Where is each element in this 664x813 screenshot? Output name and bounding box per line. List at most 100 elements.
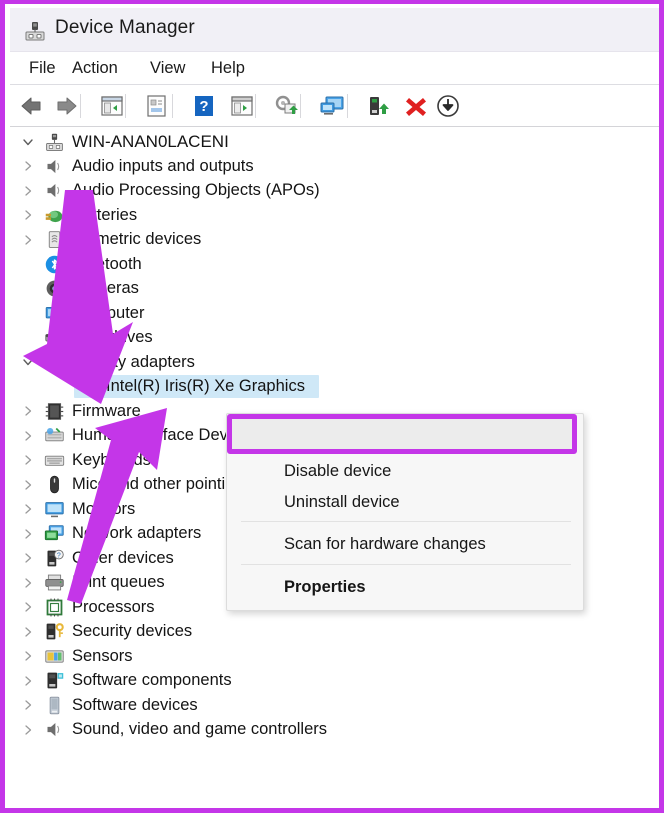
chevron-right-icon[interactable] <box>21 649 35 663</box>
tree-root-label: WIN-ANAN0LACENI <box>72 132 229 151</box>
other-device-icon: ? <box>44 548 65 569</box>
chevron-right-icon[interactable] <box>21 478 35 492</box>
toolbar-separator <box>255 94 256 118</box>
toolbar-separator <box>125 94 126 118</box>
update-driver-icon[interactable] <box>228 92 256 120</box>
tree-item-software-devices[interactable]: Software devices <box>10 693 659 717</box>
biometric-icon <box>44 229 65 250</box>
scan-hardware-changes-icon[interactable] <box>272 92 300 120</box>
context-menu-item-disable-device[interactable]: Disable device <box>228 456 583 487</box>
install-legacy-device-icon[interactable] <box>365 92 393 120</box>
chevron-right-icon[interactable] <box>21 208 35 222</box>
show-hidden-devices-icon[interactable] <box>318 92 346 120</box>
security-device-icon <box>44 621 65 642</box>
chevron-right-icon[interactable] <box>21 698 35 712</box>
context-menu-item-scan-hardware-changes[interactable]: Scan for hardware changes <box>228 529 583 560</box>
chevron-right-icon[interactable] <box>21 625 35 639</box>
chevron-right-icon[interactable] <box>21 502 35 516</box>
device-manager-icon <box>23 19 47 43</box>
chevron-right-icon[interactable] <box>21 184 35 198</box>
display-adapter-icon <box>78 376 99 397</box>
svg-text:?: ? <box>57 552 61 559</box>
chevron-right-icon[interactable] <box>21 600 35 614</box>
tree-item-audio-inputs-and-outputs[interactable]: Audio inputs and outputs <box>10 154 659 178</box>
speaker-icon <box>44 156 65 177</box>
speaker-icon <box>44 180 65 201</box>
software-component-icon <box>44 670 65 691</box>
tree-item-software-components[interactable]: Software components <box>10 669 659 693</box>
properties-icon[interactable] <box>143 92 171 120</box>
tree-root-node[interactable]: WIN-ANAN0LACENI <box>10 130 659 154</box>
network-adapter-icon <box>44 523 65 544</box>
keyboard-icon <box>44 450 65 471</box>
chevron-right-icon[interactable] <box>21 159 35 173</box>
tree-item-display-adapters[interactable]: Display adapters <box>10 350 659 374</box>
back-arrow-icon[interactable] <box>18 92 46 120</box>
menu-bar: File Action View Help <box>10 52 659 85</box>
toolbar-separator <box>172 94 173 118</box>
tree-item-label: Monitors <box>72 499 136 518</box>
tree-item-intel-r-iris-r-xe-graphics[interactable]: Intel(R) Iris(R) Xe Graphics <box>10 375 659 399</box>
tree-item-label: Network adapters <box>72 524 202 542</box>
menu-action[interactable]: Action <box>68 58 122 79</box>
forward-arrow-icon[interactable] <box>52 92 80 120</box>
tree-item-biometric-devices[interactable]: Biometric devices <box>10 228 659 252</box>
display-adapter-icon <box>44 352 65 373</box>
chevron-right-icon[interactable] <box>21 674 35 688</box>
tree-item-label: Keyboards <box>72 450 151 469</box>
tree-item-batteries[interactable]: Batteries <box>10 203 659 227</box>
software-device-icon <box>44 695 65 716</box>
chevron-right-icon[interactable] <box>21 723 35 737</box>
update-driver-download-icon[interactable] <box>434 92 462 120</box>
chevron-right-icon[interactable] <box>21 551 35 565</box>
context-menu-separator <box>241 521 571 522</box>
show-hide-console-tree-icon[interactable] <box>98 92 126 120</box>
help-icon[interactable]: ? <box>190 92 218 120</box>
speaker-icon <box>44 719 65 740</box>
update-driver-hover-fill <box>232 419 572 449</box>
tree-item-audio-processing-objects-apos[interactable]: Audio Processing Objects (APOs) <box>10 179 659 203</box>
chevron-right-icon[interactable] <box>21 527 35 541</box>
camera-icon <box>44 278 65 299</box>
toolbar: ? <box>10 85 659 127</box>
tree-item-bluetooth[interactable]: Bluetooth <box>10 252 659 276</box>
tree-item-cameras[interactable]: Cameras <box>10 277 659 301</box>
svg-text:?: ? <box>199 98 208 115</box>
tree-item-sound-video-and-game-controllers[interactable]: Sound, video and game controllers <box>10 718 659 742</box>
chevron-right-icon[interactable] <box>21 233 35 247</box>
tree-item-sensors[interactable]: Sensors <box>10 644 659 668</box>
context-menu-item-properties[interactable]: Properties <box>228 572 583 603</box>
chevron-right-icon[interactable] <box>21 576 35 590</box>
context-menu-separator <box>241 564 571 565</box>
chevron-right-icon[interactable] <box>21 429 35 443</box>
chevron-right-icon[interactable] <box>21 453 35 467</box>
menu-file[interactable]: File <box>25 58 60 79</box>
toolbar-separator <box>80 94 81 118</box>
tree-item-label: Print queues <box>72 573 165 591</box>
chevron-right-icon[interactable] <box>21 404 35 418</box>
tree-item-label: Display adapters <box>72 352 195 371</box>
tree-item-label: Sensors <box>72 646 133 665</box>
tree-item-security-devices[interactable]: Security devices <box>10 620 659 644</box>
uninstall-device-icon[interactable] <box>402 92 430 120</box>
menu-help[interactable]: Help <box>207 58 249 79</box>
tree-item-label: Cameras <box>72 279 139 297</box>
tree-item-label: Disk drives <box>72 328 153 346</box>
computer-node-icon <box>44 132 65 153</box>
chevron-down-icon[interactable] <box>21 135 35 149</box>
tree-item-computer[interactable]: Computer <box>10 301 659 325</box>
menu-view[interactable]: View <box>146 58 189 79</box>
context-menu-item-uninstall-device[interactable]: Uninstall device <box>228 487 583 518</box>
bluetooth-icon <box>44 254 65 275</box>
hid-icon <box>44 425 65 446</box>
title-bar: Device Manager <box>10 8 659 52</box>
chevron-down-icon[interactable] <box>21 355 35 369</box>
tree-item-disk-drives[interactable]: Disk drives <box>10 326 659 350</box>
disk-drive-icon <box>44 327 65 348</box>
tree-item-label: Audio inputs and outputs <box>72 156 254 175</box>
tree-item-label: Processors <box>72 597 155 616</box>
tree-item-label: Audio Processing Objects (APOs) <box>72 181 320 199</box>
tree-item-label: Biometric devices <box>72 230 202 248</box>
processor-icon <box>44 597 65 618</box>
printer-icon <box>44 572 65 593</box>
